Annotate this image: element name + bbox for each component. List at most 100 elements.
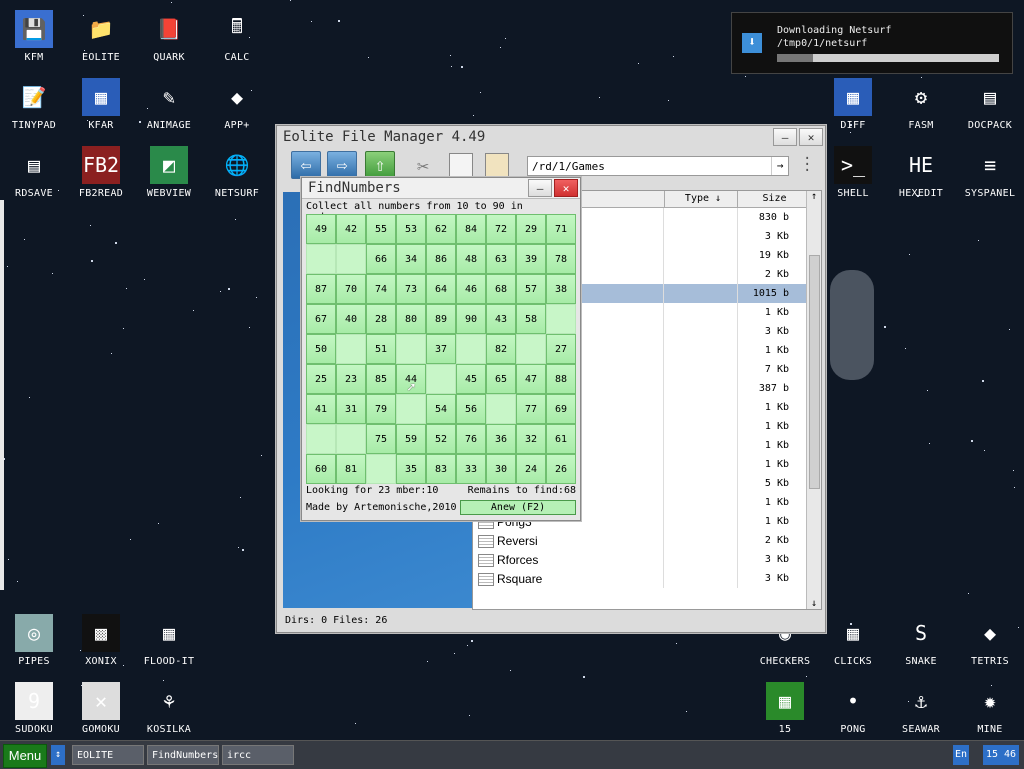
number-cell[interactable]: 30 <box>486 454 516 484</box>
desktop-icon-flood-it[interactable]: ▦ FLOOD-IT <box>135 614 203 667</box>
number-cell[interactable]: 88 <box>546 364 576 394</box>
number-cell[interactable]: 28 <box>366 304 396 334</box>
number-cell[interactable]: 50 <box>306 334 336 364</box>
number-cell[interactable]: 36 <box>486 424 516 454</box>
taskbar-item-eolite[interactable]: EOLITE <box>72 745 144 765</box>
number-cell[interactable]: 65 <box>486 364 516 394</box>
file-row[interactable]: Rsquare 3 Kb <box>473 569 807 588</box>
type-column-header[interactable]: Type ↓ <box>664 191 737 207</box>
desktop-icon-snake[interactable]: S SNAKE <box>887 614 955 667</box>
number-cell[interactable]: 57 <box>516 274 546 304</box>
desktop-icon-hexedit[interactable]: HE HEXEDIT <box>887 146 955 199</box>
desktop-icon-clicks[interactable]: ▦ CLICKS <box>819 614 887 667</box>
desktop-icon-rdsave[interactable]: ▤ RDSAVE <box>0 146 68 199</box>
number-cell[interactable]: 83 <box>426 454 456 484</box>
number-cell[interactable]: 89 <box>426 304 456 334</box>
findnumbers-close-button[interactable]: ✕ <box>554 179 578 197</box>
desktop-icon-quark[interactable]: 📕 QUARK <box>135 10 203 63</box>
file-row[interactable]: Reversi 2 Kb <box>473 531 807 550</box>
desktop-icon-docpack[interactable]: ▤ DOCPACK <box>956 78 1024 131</box>
number-cell[interactable]: 56 <box>456 394 486 424</box>
number-cell[interactable]: 85 <box>366 364 396 394</box>
number-cell[interactable]: 54 <box>426 394 456 424</box>
number-cell[interactable]: 45 <box>456 364 486 394</box>
number-cell[interactable]: 26 <box>546 454 576 484</box>
number-cell[interactable]: 80 <box>396 304 426 334</box>
number-cell[interactable]: 34 <box>396 244 426 274</box>
findnumbers-minimize-button[interactable]: – <box>528 179 552 197</box>
number-cell[interactable]: 76 <box>456 424 486 454</box>
desktop-icon-netsurf[interactable]: 🌐 NETSURF <box>203 146 271 199</box>
file-manager-titlebar[interactable]: Eolite File Manager 4.49 – ✕ <box>277 126 825 148</box>
number-cell[interactable]: 70 <box>336 274 366 304</box>
taskbar-item-findnumbers[interactable]: FindNumbers <box>147 745 219 765</box>
desktop-icon-gomoku[interactable]: ✕ GOMOKU <box>67 682 135 735</box>
desktop-icon-diff[interactable]: ▦ DIFF <box>819 78 887 131</box>
number-cell[interactable]: 33 <box>456 454 486 484</box>
number-cell[interactable]: 23 <box>336 364 366 394</box>
forward-button[interactable]: ⇨ <box>327 151 357 179</box>
desktop-icon-tinypad[interactable]: 📝 TINYPAD <box>0 78 68 131</box>
desktop-icon-sudoku[interactable]: 9 SUDOKU <box>0 682 68 735</box>
number-cell[interactable]: 67 <box>306 304 336 334</box>
number-cell[interactable]: 58 <box>516 304 546 334</box>
desktop-icon-animage[interactable]: ✎ ANIMAGE <box>135 78 203 131</box>
desktop-icon-eolite[interactable]: 📁 EOLITE <box>67 10 135 63</box>
desktop-icon-kosilka[interactable]: ⚘ KOSILKA <box>135 682 203 735</box>
number-cell[interactable]: 27 <box>546 334 576 364</box>
number-cell[interactable]: 35 <box>396 454 426 484</box>
number-cell[interactable]: 78 <box>546 244 576 274</box>
desktop-icon-fb2read[interactable]: FB2 FB2READ <box>67 146 135 199</box>
number-cell[interactable]: 68 <box>486 274 516 304</box>
number-cell[interactable]: 64 <box>426 274 456 304</box>
switch-icon[interactable]: ↕ <box>51 745 65 765</box>
language-indicator[interactable]: En <box>953 745 969 765</box>
desktop-icon-kfar[interactable]: ▦ KFAR <box>67 78 135 131</box>
number-cell[interactable]: 73 <box>396 274 426 304</box>
number-cell[interactable]: 43 <box>486 304 516 334</box>
desktop-icon-15[interactable]: ▦ 15 <box>751 682 819 735</box>
scroll-up-icon[interactable]: ↑ <box>807 191 821 202</box>
size-column-header[interactable]: Size <box>737 191 807 207</box>
go-button[interactable]: → <box>771 157 788 175</box>
number-cell[interactable]: 61 <box>546 424 576 454</box>
number-cell[interactable]: 46 <box>456 274 486 304</box>
number-cell[interactable]: 40 <box>336 304 366 334</box>
menu-dots-icon[interactable]: · · · <box>803 152 811 178</box>
cut-icon[interactable]: ✂ <box>417 154 429 178</box>
number-cell[interactable]: 84 <box>456 214 486 244</box>
file-row[interactable]: Rforces 3 Kb <box>473 550 807 569</box>
minimize-button[interactable]: – <box>773 128 797 146</box>
desktop-icon-app-[interactable]: ◆ APP+ <box>203 78 271 131</box>
scroll-thumb[interactable] <box>809 255 820 489</box>
number-cell[interactable]: 69 <box>546 394 576 424</box>
vertical-scrollbar[interactable]: ↑ ↓ <box>806 191 821 609</box>
taskbar-item-ircc[interactable]: ircc <box>222 745 294 765</box>
number-cell[interactable]: 31 <box>336 394 366 424</box>
number-cell[interactable]: 62 <box>426 214 456 244</box>
number-cell[interactable]: 37 <box>426 334 456 364</box>
desktop-icon-kfm[interactable]: 💾 KFM <box>0 10 68 63</box>
desktop-icon-xonix[interactable]: ▩ XONIX <box>67 614 135 667</box>
address-bar[interactable]: /rd/1/Games <box>527 156 789 176</box>
number-cell[interactable]: 51 <box>366 334 396 364</box>
number-cell[interactable]: 52 <box>426 424 456 454</box>
desktop-icon-mine[interactable]: ✹ MINE <box>956 682 1024 735</box>
close-button[interactable]: ✕ <box>799 128 823 146</box>
number-cell[interactable]: 79 <box>366 394 396 424</box>
desktop-icon-pong[interactable]: • PONG <box>819 682 887 735</box>
number-cell[interactable]: 39 <box>516 244 546 274</box>
number-cell[interactable]: 55 <box>366 214 396 244</box>
desktop-icon-pipes[interactable]: ◎ PIPES <box>0 614 68 667</box>
number-cell[interactable]: 75 <box>366 424 396 454</box>
number-cell[interactable]: 42 <box>336 214 366 244</box>
number-cell[interactable]: 82 <box>486 334 516 364</box>
number-cell[interactable]: 49 <box>306 214 336 244</box>
findnumbers-titlebar[interactable]: FindNumbers – ✕ <box>302 178 580 199</box>
number-cell[interactable]: 24 <box>516 454 546 484</box>
number-cell[interactable]: 59 <box>396 424 426 454</box>
desktop-icon-syspanel[interactable]: ≡ SYSPANEL <box>956 146 1024 199</box>
number-cell[interactable]: 60 <box>306 454 336 484</box>
number-cell[interactable]: 38 <box>546 274 576 304</box>
number-cell[interactable]: 86 <box>426 244 456 274</box>
